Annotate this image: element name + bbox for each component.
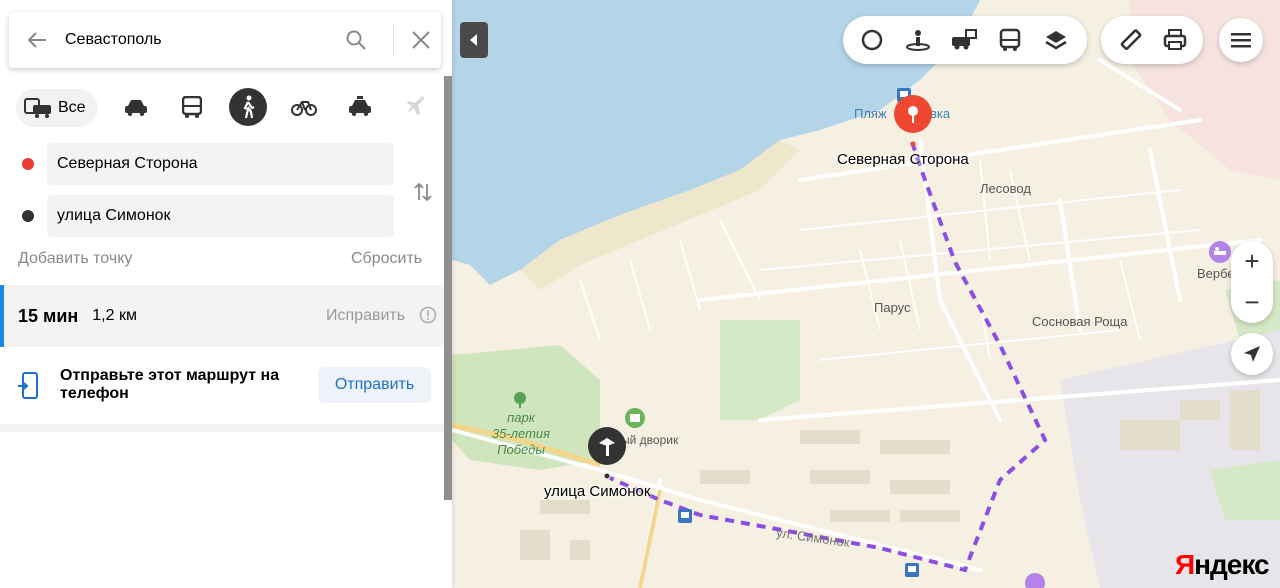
phone-icon (18, 372, 38, 399)
map-label-start: Северная Сторона (837, 151, 969, 168)
zoom-out-button[interactable]: − (1231, 282, 1273, 323)
map-label-beach-suffix: вка (930, 106, 951, 121)
map-label-lesovod: Лесовод (980, 181, 1031, 196)
fix-route-link[interactable]: Исправить (326, 307, 405, 325)
location-arrow-icon (1244, 346, 1260, 362)
zoom-in-button[interactable]: + (1231, 241, 1273, 282)
route-point-from (0, 143, 444, 185)
map-label-dvorik: ый дворик (621, 433, 679, 447)
traffic-camera-icon[interactable] (941, 16, 987, 64)
layers-icon[interactable] (1033, 16, 1079, 64)
bus-stop-icon[interactable] (678, 509, 692, 523)
sidebar-scrollbar[interactable] (444, 76, 452, 500)
search-icon[interactable] (342, 26, 370, 54)
to-dot-icon (22, 210, 34, 222)
ring-icon[interactable] (849, 16, 895, 64)
map-label-beach: Пляж (854, 106, 887, 121)
route-summary-card[interactable]: 15 мин 1,2 км Исправить (0, 285, 444, 347)
car-icon[interactable] (117, 88, 155, 126)
menu-icon[interactable] (1219, 18, 1263, 62)
close-icon[interactable] (407, 26, 435, 54)
panorama-icon[interactable] (895, 16, 941, 64)
send-to-phone-section: Отправьте этот маршрут на телефон Отправ… (0, 348, 444, 424)
mode-all-label: Все (58, 99, 86, 116)
start-pin-icon[interactable] (893, 94, 933, 148)
taxi-icon[interactable] (341, 88, 379, 126)
swap-points-button[interactable] (407, 172, 439, 212)
pedestrian-icon[interactable] (229, 88, 267, 126)
bus-stop-icon[interactable] (905, 563, 919, 577)
public-transport-icon[interactable] (987, 16, 1033, 64)
poi-shop-icon[interactable] (624, 407, 646, 429)
send-to-phone-text: Отправьте этот маршрут на телефон (60, 367, 280, 402)
to-input[interactable] (47, 195, 394, 237)
zoom-control: + − (1231, 241, 1273, 323)
park-tree-icon (514, 392, 526, 408)
back-button[interactable] (9, 12, 65, 68)
bicycle-icon[interactable] (285, 88, 323, 126)
from-input[interactable] (47, 143, 394, 185)
map-label-parus: Парус (874, 300, 911, 315)
geolocation-button[interactable] (1231, 333, 1273, 375)
plane-icon[interactable] (397, 88, 435, 126)
add-point-link[interactable]: Добавить точку (18, 250, 132, 268)
map-label-sosnovaya: Сосновая Роща (1032, 314, 1128, 329)
route-distance: 1,2 км (92, 307, 137, 324)
route-time: 15 мин (18, 305, 79, 326)
poi-purple-icon[interactable] (1024, 572, 1046, 588)
mode-all-button[interactable]: Все (16, 89, 98, 127)
car-bus-icon (24, 98, 51, 118)
section-divider (0, 424, 444, 432)
reset-link[interactable]: Сбросить (351, 250, 422, 268)
map-label-end: улица Симонок (544, 483, 651, 500)
sidebar-panel: Все Добавить точку Сбросить (0, 0, 452, 588)
transport-mode-bar: Все (16, 88, 436, 128)
map-label-park: парк 35-летия Победы (491, 410, 551, 457)
poi-hotel-icon[interactable] (1208, 240, 1232, 264)
search-divider (393, 24, 394, 56)
route-point-to (0, 195, 444, 237)
print-icon[interactable] (1152, 16, 1197, 64)
collapse-panel-button[interactable] (460, 22, 488, 58)
swap-arrows-icon (414, 182, 432, 202)
bus-icon[interactable] (173, 88, 211, 126)
map-controls-tools (1101, 16, 1203, 64)
from-dot-icon (22, 158, 34, 170)
end-pin-icon[interactable] (587, 426, 627, 480)
info-icon[interactable] (419, 306, 437, 324)
map-label-verbe: Вербе (1197, 266, 1235, 281)
chevron-left-icon (470, 34, 477, 46)
send-button[interactable]: Отправить (318, 367, 431, 403)
search-box (9, 12, 441, 68)
search-input[interactable] (65, 20, 315, 60)
map-controls-main (843, 16, 1087, 64)
yandex-logo: Яндекс (1175, 549, 1270, 580)
ruler-icon[interactable] (1107, 16, 1152, 64)
arrow-left-icon (27, 32, 46, 48)
